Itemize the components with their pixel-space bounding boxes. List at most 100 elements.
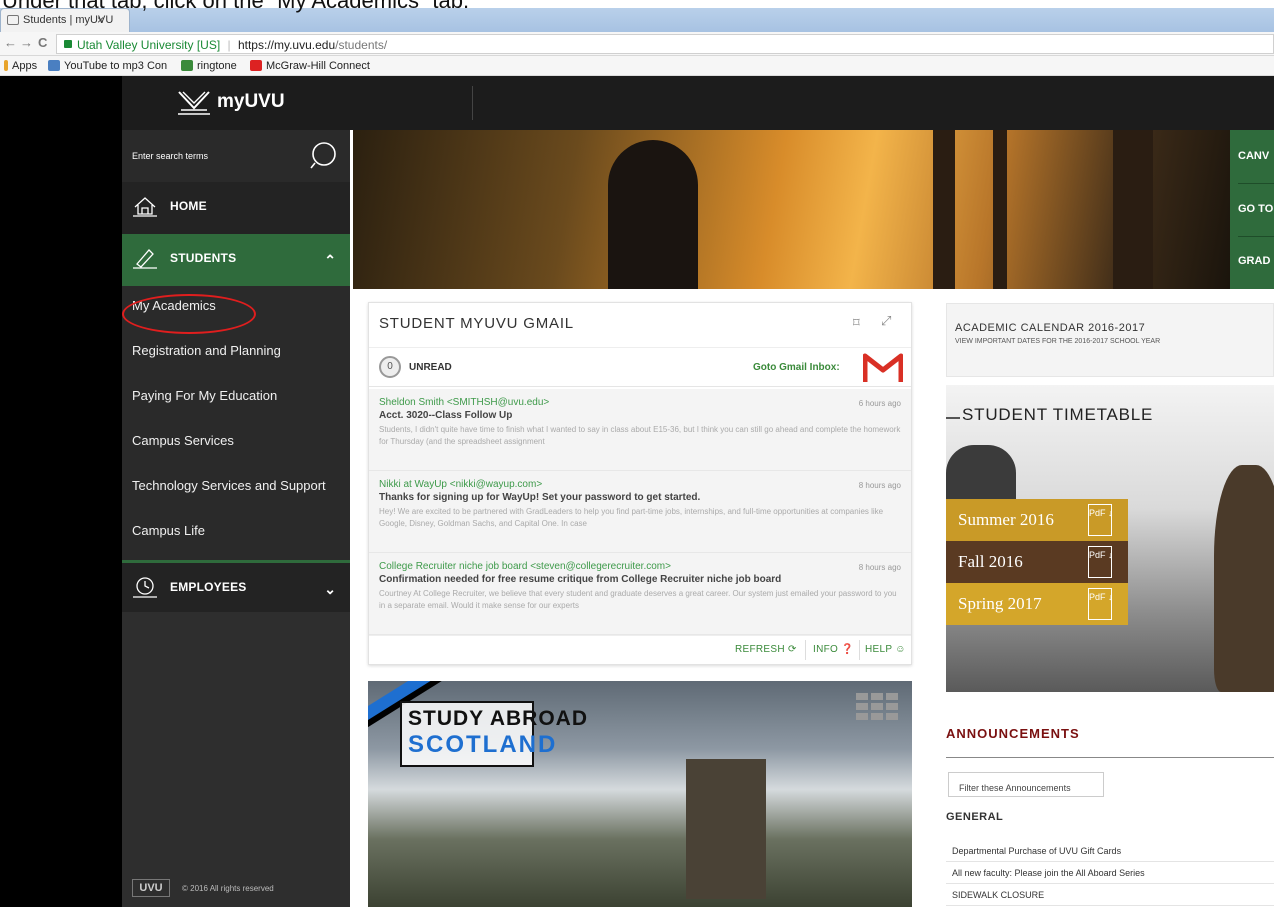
favicon-icon bbox=[7, 15, 19, 25]
bookmark-icon[interactable]: ⌑ bbox=[853, 315, 860, 331]
study-abroad-box: STUDY ABROAD SCOTLAND bbox=[400, 701, 589, 767]
email-preview: Courtney At College Recruiter, we believ… bbox=[379, 589, 897, 610]
castle-image bbox=[686, 759, 766, 899]
grid-icon[interactable] bbox=[856, 693, 900, 721]
logo-text: myUVU bbox=[217, 91, 285, 112]
info-button[interactable]: INFO ❓ bbox=[813, 644, 854, 655]
sidebar-item-campus-services[interactable]: Campus Services bbox=[132, 433, 234, 448]
student-timetable: STUDENT TIMETABLE Summer 2016 PdF ↓ Fall… bbox=[946, 385, 1274, 692]
email-time: 8 hours ago bbox=[858, 481, 901, 490]
nav-employees-inner: EMPLOYEES bbox=[132, 576, 246, 598]
term-label: Spring 2017 bbox=[958, 594, 1042, 613]
uvu-logo-icon bbox=[178, 91, 210, 115]
email-time: 6 hours ago bbox=[858, 399, 901, 408]
address-bar: ← → C Utah Valley University [US] | http… bbox=[0, 32, 1274, 56]
quick-links: CANV GO TO GRAD bbox=[1230, 130, 1274, 289]
email-preview: Hey! We are excited to be partnered with… bbox=[379, 507, 884, 528]
expand-icon[interactable]: ⤢ bbox=[881, 313, 891, 329]
search-input[interactable] bbox=[132, 148, 302, 164]
action-divider bbox=[859, 640, 860, 660]
url-input[interactable]: Utah Valley University [US] | https://my… bbox=[56, 34, 1274, 54]
gmail-icon[interactable] bbox=[863, 352, 903, 384]
gmail-actions: REFRESH ⟳ INFO ❓ HELP ☺ bbox=[369, 635, 911, 663]
unread-count-badge: 0 bbox=[379, 356, 401, 378]
study-abroad-destination: SCOTLAND bbox=[408, 731, 558, 758]
search-icon[interactable] bbox=[310, 141, 338, 169]
help-button[interactable]: HELP ☺ bbox=[865, 644, 906, 655]
title-rule bbox=[946, 417, 960, 419]
nav-employees[interactable]: EMPLOYEES ⌄ bbox=[122, 560, 350, 612]
term-spring-2017[interactable]: Spring 2017 PdF ↓ bbox=[946, 583, 1128, 625]
hero-tree bbox=[993, 130, 1007, 289]
email-subject: Confirmation needed for free resume crit… bbox=[379, 574, 782, 585]
refresh-button[interactable]: REFRESH ⟳ bbox=[735, 644, 797, 655]
sidebar: HOME STUDENTS ⌃ My Academics Registratio… bbox=[122, 130, 350, 907]
bookmark-apps[interactable]: Apps bbox=[4, 60, 37, 72]
goto-gmail-link[interactable]: Goto Gmail Inbox: bbox=[753, 362, 840, 373]
nav-students-inner: STUDENTS bbox=[132, 247, 236, 269]
sidebar-item-registration[interactable]: Registration and Planning bbox=[132, 343, 281, 358]
term-fall-2016[interactable]: Fall 2016 PdF ↓ bbox=[946, 541, 1128, 583]
close-tab-icon[interactable]: × bbox=[97, 13, 104, 27]
myuvu-logo[interactable]: myUVU bbox=[177, 88, 285, 116]
back-icon[interactable]: ← bbox=[4, 35, 17, 50]
term-label: Summer 2016 bbox=[958, 510, 1054, 529]
academic-calendar-title: ACADEMIC CALENDAR 2016-2017 bbox=[955, 322, 1146, 334]
study-abroad-title: STUDY ABROAD bbox=[408, 707, 589, 730]
nav-home-inner: HOME bbox=[132, 195, 207, 217]
announcement-item[interactable]: All new faculty: Please join the All Abo… bbox=[946, 862, 1274, 884]
sidebar-item-campus-life[interactable]: Campus Life bbox=[132, 523, 205, 538]
chevron-up-icon[interactable]: ⌃ bbox=[324, 252, 336, 269]
email-time: 8 hours ago bbox=[858, 563, 901, 572]
annotation-circle bbox=[122, 294, 256, 334]
bookmark-youtube-mp3[interactable]: YouTube to mp3 Con bbox=[48, 60, 167, 72]
sidebar-item-paying[interactable]: Paying For My Education bbox=[132, 388, 277, 403]
unread-label: UNREAD bbox=[409, 362, 452, 373]
email-item[interactable]: Sheldon Smith <SMITHSH@uvu.edu> 6 hours … bbox=[369, 389, 911, 471]
study-abroad-banner[interactable]: STUDY ABROAD SCOTLAND bbox=[368, 681, 912, 907]
filter-announcements-button[interactable]: Filter these Announcements bbox=[948, 772, 1104, 797]
nav-home[interactable]: HOME bbox=[122, 182, 350, 234]
bookmark-label: ringtone bbox=[197, 60, 237, 72]
term-summer-2016[interactable]: Summer 2016 PdF ↓ bbox=[946, 499, 1128, 541]
reload-icon[interactable]: C bbox=[38, 35, 47, 50]
quick-link-grad[interactable]: GRAD bbox=[1238, 255, 1270, 267]
uvu-footer-logo: UVU bbox=[132, 879, 170, 897]
background-person bbox=[1214, 465, 1274, 692]
email-from: College Recruiter niche job board <steve… bbox=[379, 561, 671, 572]
bookmark-ringtone[interactable]: ringtone bbox=[181, 60, 237, 72]
email-item[interactable]: College Recruiter niche job board <steve… bbox=[369, 553, 911, 635]
email-preview: Students, I didn't quite have time to fi… bbox=[379, 425, 901, 446]
announcements-rule bbox=[946, 757, 1274, 758]
copyright-text: © 2016 All rights reserved bbox=[182, 883, 274, 893]
bookmarks-bar: Apps YouTube to mp3 Con ringtone McGraw-… bbox=[0, 56, 1274, 76]
academic-calendar-card[interactable]: ACADEMIC CALENDAR 2016-2017 VIEW IMPORTA… bbox=[946, 303, 1274, 377]
forward-icon[interactable]: → bbox=[20, 35, 33, 50]
left-margin bbox=[0, 76, 122, 907]
pdf-icon: PdF ↓ bbox=[1088, 588, 1113, 620]
timetable-title: STUDENT TIMETABLE bbox=[962, 405, 1154, 424]
quick-link-divider bbox=[1238, 236, 1274, 237]
sidebar-footer: UVU © 2016 All rights reserved bbox=[132, 879, 274, 897]
pdf-icon: PdF ↓ bbox=[1088, 546, 1113, 578]
hero-person bbox=[608, 140, 698, 289]
site-header: myUVU bbox=[122, 76, 1274, 130]
nav-students[interactable]: STUDENTS ⌃ bbox=[122, 234, 350, 286]
nav-students-label: STUDENTS bbox=[170, 251, 237, 265]
announcement-item[interactable]: Departmental Purchase of UVU Gift Cards bbox=[946, 840, 1274, 862]
sidebar-item-technology[interactable]: Technology Services and Support bbox=[132, 478, 326, 493]
url-separator: | bbox=[227, 38, 231, 52]
email-subject: Acct. 3020--Class Follow Up bbox=[379, 410, 513, 421]
announcements-title: ANNOUNCEMENTS bbox=[946, 726, 1080, 741]
instruction-caption: Under that tab, click on the “My Academi… bbox=[2, 0, 470, 13]
chevron-down-icon[interactable]: ⌄ bbox=[324, 581, 336, 598]
announcement-item[interactable]: SIDEWALK CLOSURE bbox=[946, 884, 1274, 906]
bookmark-mcgraw-hill[interactable]: McGraw-Hill Connect bbox=[250, 60, 370, 72]
sidebar-search bbox=[122, 130, 350, 182]
quick-link-goto[interactable]: GO TO bbox=[1238, 203, 1273, 215]
academic-calendar-subtitle: VIEW IMPORTANT DATES FOR THE 2016-2017 S… bbox=[955, 338, 1161, 345]
ringtone-icon bbox=[181, 60, 193, 71]
lock-icon bbox=[64, 40, 72, 48]
email-item[interactable]: Nikki at WayUp <nikki@wayup.com> 8 hours… bbox=[369, 471, 911, 553]
quick-link-canvas[interactable]: CANV bbox=[1238, 150, 1269, 162]
